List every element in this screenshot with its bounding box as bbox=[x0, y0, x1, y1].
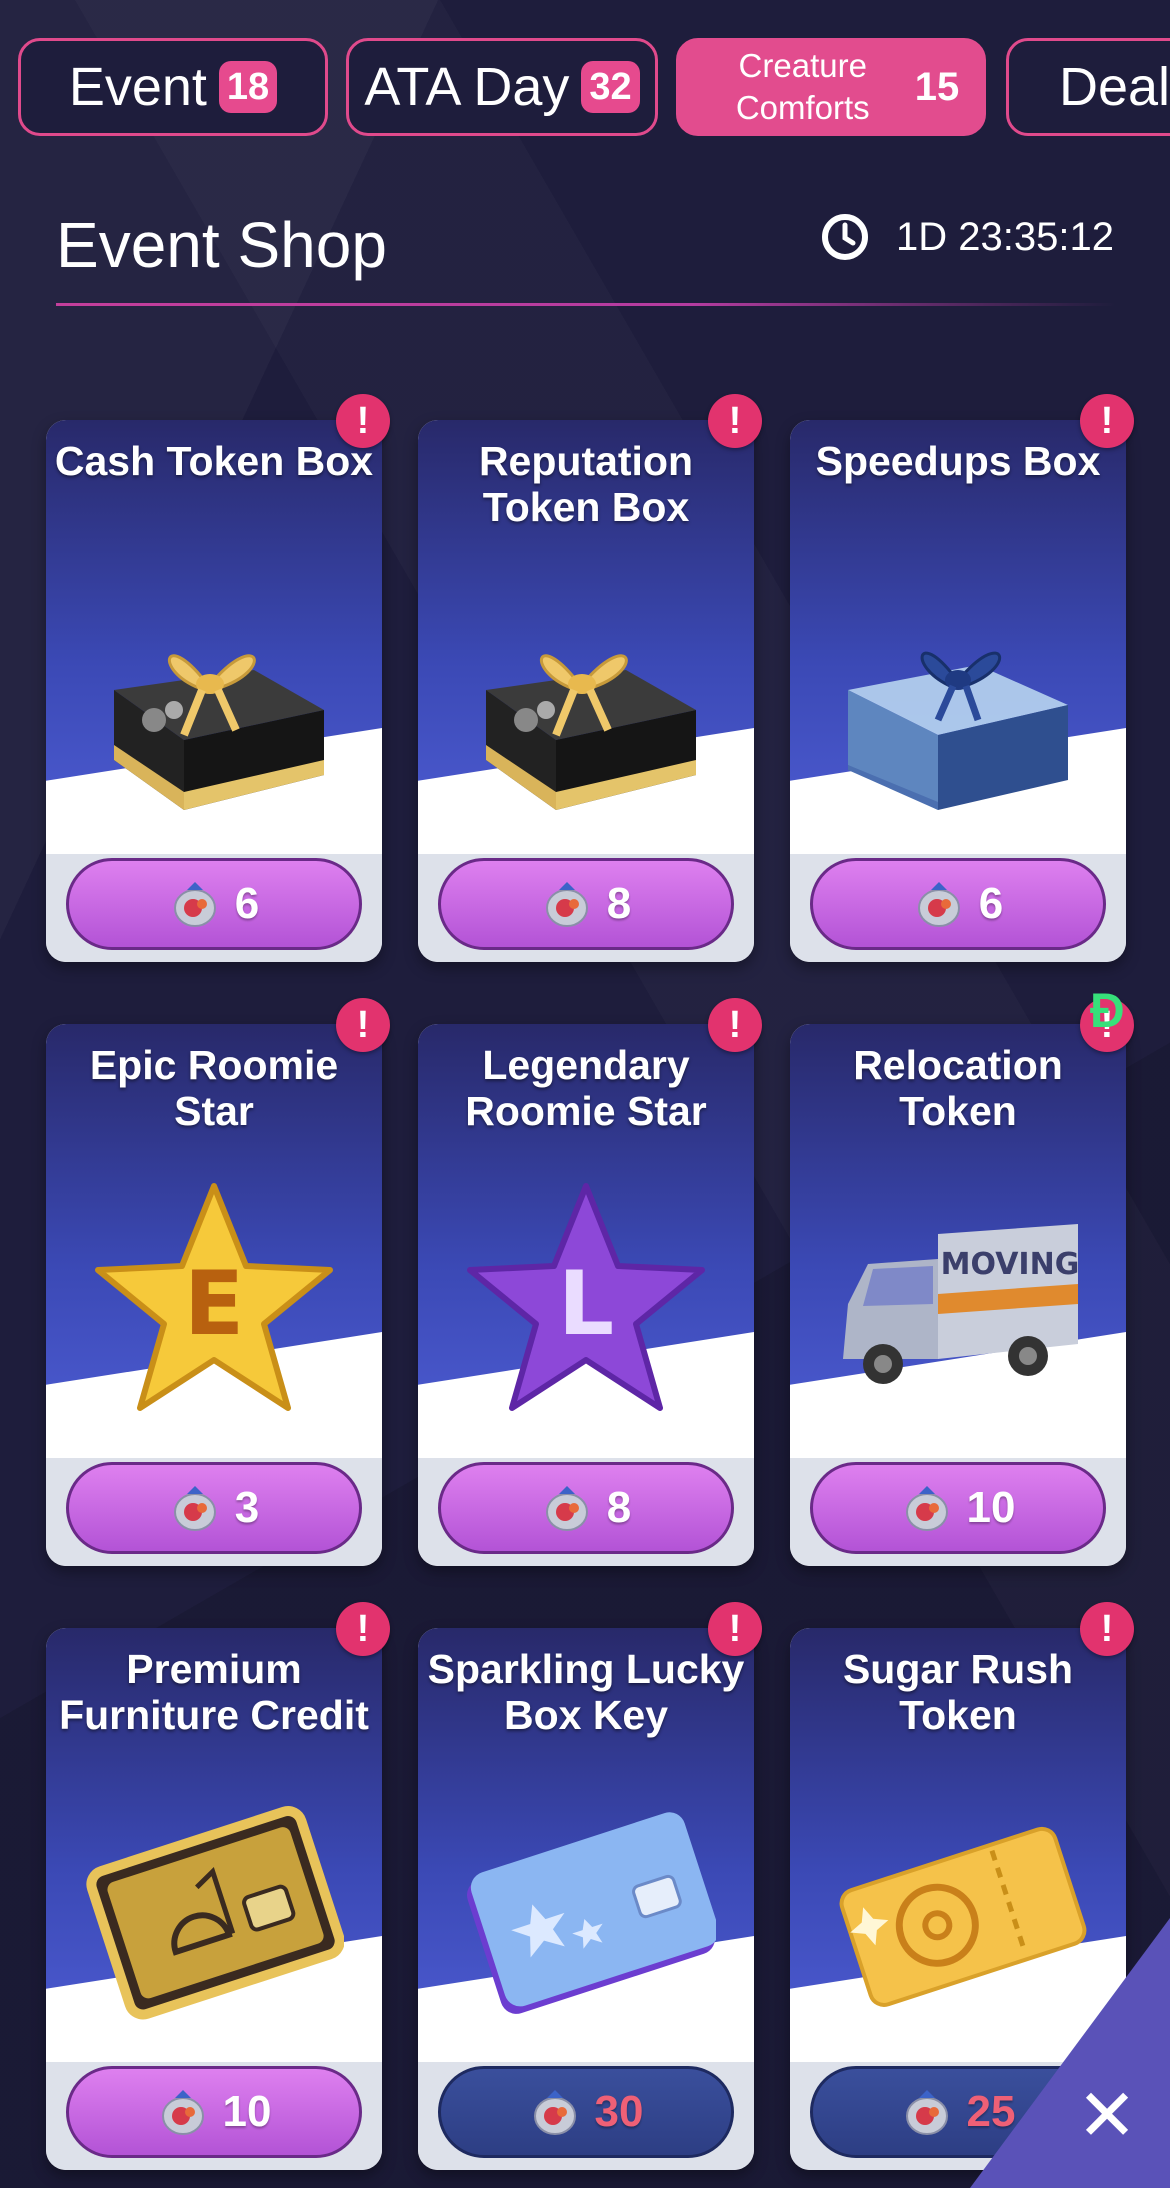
timer-text: 1D 23:35:12 bbox=[896, 214, 1114, 259]
alert-badge: ! bbox=[336, 1602, 390, 1656]
item-title: Cash Token Box bbox=[54, 438, 374, 484]
shop-item-card[interactable]: Speedups Box 6 bbox=[790, 420, 1126, 962]
svg-text:MOVING: MOVING bbox=[941, 1247, 1080, 1282]
overlay-mark: Đ bbox=[1090, 985, 1125, 1038]
page-title: Event Shop bbox=[56, 209, 387, 281]
tab-label: Event bbox=[68, 57, 207, 117]
buy-button[interactable]: 10 bbox=[810, 1462, 1106, 1554]
tab-event[interactable]: Event 18 bbox=[18, 38, 328, 136]
alert-badge: ! bbox=[708, 1602, 762, 1656]
shop-item-card[interactable]: Premium Furniture Credit 10 bbox=[46, 1628, 382, 2170]
item-price: 3 bbox=[234, 1483, 260, 1532]
item-price: 6 bbox=[978, 879, 1004, 928]
buy-button[interactable]: 3 bbox=[66, 1462, 362, 1554]
gift-box-blue-icon bbox=[828, 570, 1088, 830]
header-divider bbox=[56, 303, 1116, 306]
item-title: Epic Roomie Star bbox=[89, 1042, 339, 1134]
tab-creature-comforts[interactable]: Creature Comforts 15 bbox=[676, 38, 986, 136]
tab-ata-day[interactable]: ATA Day 32 bbox=[346, 38, 658, 136]
gift-box-gold-icon bbox=[456, 570, 716, 830]
item-title: Reputation Token Box bbox=[478, 438, 694, 530]
treat-bag-icon bbox=[529, 2084, 581, 2141]
close-button[interactable]: ✕ bbox=[1074, 2076, 1140, 2156]
shop-item-card[interactable]: Epic Roomie Star E 3 bbox=[46, 1024, 382, 1566]
tab-count-badge: 15 bbox=[914, 65, 960, 109]
item-price: 30 bbox=[594, 2087, 644, 2136]
treat-bag-icon bbox=[541, 876, 593, 933]
shop-item-card[interactable]: Legendary Roomie Star L 8 bbox=[418, 1024, 754, 1566]
item-title: Sugar Rush Token bbox=[842, 1646, 1074, 1738]
shop-item-card[interactable]: Cash Token Box 6 bbox=[46, 420, 382, 962]
item-price: 25 bbox=[966, 2087, 1016, 2136]
shop-item-card[interactable]: Reputation Token Box 8 bbox=[418, 420, 754, 962]
item-title: Premium Furniture Credit bbox=[59, 1646, 369, 1738]
purple-star-icon: L bbox=[456, 1174, 716, 1434]
donut-ticket-icon bbox=[828, 1778, 1088, 2038]
item-title: Speedups Box bbox=[815, 438, 1101, 484]
item-title: Sparkling Lucky Box Key bbox=[427, 1646, 745, 1738]
clock-icon bbox=[822, 214, 868, 260]
category-tabs: Event 18 ATA Day 32 Creature Comforts 15… bbox=[0, 38, 1170, 142]
shop-item-card[interactable]: Relocation Token MOVING 10 bbox=[790, 1024, 1126, 1566]
item-price: 10 bbox=[222, 2087, 272, 2136]
treat-bag-icon bbox=[169, 1480, 221, 1537]
tab-count-badge: 32 bbox=[581, 61, 640, 113]
moving-truck-icon: MOVING bbox=[828, 1174, 1088, 1434]
item-price: 8 bbox=[606, 1483, 632, 1532]
svg-text:L: L bbox=[558, 1252, 614, 1355]
gold-card-icon bbox=[84, 1778, 345, 2038]
buy-button[interactable]: 6 bbox=[66, 858, 362, 950]
buy-button[interactable]: 10 bbox=[66, 2066, 362, 2158]
buy-button[interactable]: 8 bbox=[438, 858, 734, 950]
alert-badge: ! bbox=[1080, 1602, 1134, 1656]
tab-deal[interactable]: Deal bbox=[1006, 38, 1170, 136]
shop-item-card[interactable]: Sparkling Lucky Box Key 30 bbox=[418, 1628, 754, 2170]
alert-badge: ! bbox=[336, 998, 390, 1052]
treat-bag-icon bbox=[901, 2084, 953, 2141]
tab-count-badge: 18 bbox=[218, 61, 278, 113]
buy-button[interactable]: 8 bbox=[438, 1462, 734, 1554]
treat-bag-icon bbox=[169, 876, 221, 933]
buy-button[interactable]: 30 bbox=[438, 2066, 734, 2158]
buy-button[interactable]: 6 bbox=[810, 858, 1106, 950]
svg-text:E: E bbox=[184, 1252, 244, 1355]
item-price: 10 bbox=[966, 1483, 1016, 1532]
gift-box-gold-icon bbox=[84, 570, 344, 830]
item-price: 6 bbox=[234, 879, 260, 928]
treat-bag-icon bbox=[157, 2084, 209, 2141]
treat-bag-icon bbox=[541, 1480, 593, 1537]
treat-bag-icon bbox=[913, 876, 965, 933]
alert-badge: ! bbox=[708, 394, 762, 448]
blue-card-icon bbox=[456, 1778, 719, 2038]
tab-label: Creature Comforts bbox=[735, 47, 870, 126]
alert-badge: ! bbox=[708, 998, 762, 1052]
alert-badge: ! bbox=[1080, 394, 1134, 448]
item-title: Relocation Token bbox=[853, 1042, 1063, 1134]
treat-bag-icon bbox=[901, 1480, 953, 1537]
gold-star-icon: E bbox=[84, 1174, 344, 1434]
countdown-timer: 1D 23:35:12 bbox=[820, 212, 1114, 262]
item-title: Legendary Roomie Star bbox=[465, 1042, 707, 1134]
tab-label: ATA Day bbox=[364, 57, 570, 117]
tab-label: Deal bbox=[1059, 57, 1170, 117]
item-price: 8 bbox=[606, 879, 632, 928]
alert-badge: ! bbox=[336, 394, 390, 448]
